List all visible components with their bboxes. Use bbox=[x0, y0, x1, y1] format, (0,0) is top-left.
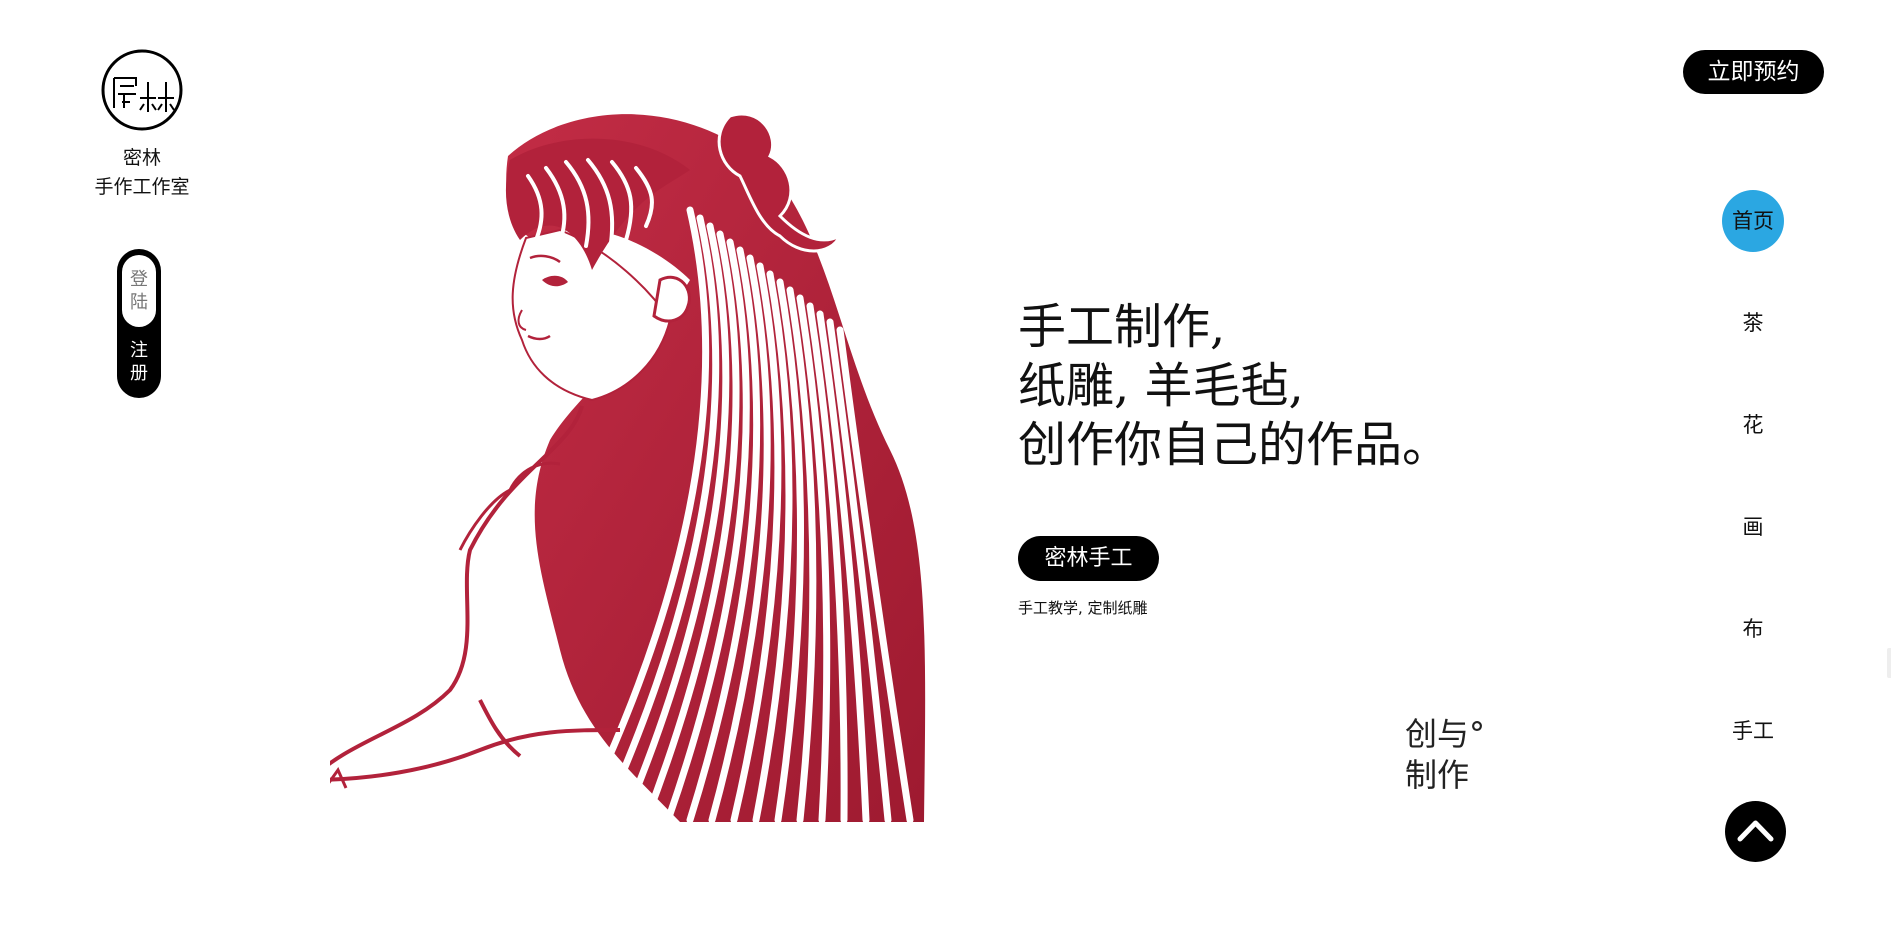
studio-name: 密林 手作工作室 bbox=[70, 144, 214, 202]
milin-handcraft-button[interactable]: 密林手工 bbox=[1018, 536, 1159, 581]
edge-scroll-handle[interactable] bbox=[1887, 648, 1891, 678]
auth-toggle: 登 陆 注 册 bbox=[117, 249, 161, 398]
hero-subtitle: 手工教学, 定制纸雕 bbox=[1018, 599, 1148, 617]
register-button[interactable]: 注 册 bbox=[117, 331, 161, 393]
nav-item-handcraft[interactable]: 手工 bbox=[1722, 700, 1784, 762]
paper-cut-girl-illustration bbox=[330, 90, 930, 824]
back-to-top-button[interactable] bbox=[1725, 801, 1786, 862]
nav-item-painting[interactable]: 画 bbox=[1722, 496, 1784, 558]
studio-name-line2: 手作工作室 bbox=[94, 176, 190, 198]
hero-headline: 手工制作, 纸雕, 羊毛毡, 创作你自己的作品。 bbox=[1018, 298, 1450, 475]
nav-item-flower[interactable]: 花 bbox=[1722, 394, 1784, 456]
hero-headline-line1: 手工制作, bbox=[1018, 299, 1226, 355]
nav-item-home[interactable]: 首页 bbox=[1722, 190, 1784, 252]
hero-headline-line2: 纸雕, 羊毛毡, bbox=[1018, 358, 1304, 414]
nav-item-tea[interactable]: 茶 bbox=[1722, 292, 1784, 354]
register-char-1: 注 bbox=[130, 340, 148, 361]
tagline-line2: 制作 bbox=[1405, 756, 1470, 794]
login-char-1: 登 bbox=[130, 269, 148, 290]
logo-seal-icon[interactable] bbox=[100, 48, 184, 132]
studio-name-line1: 密林 bbox=[122, 147, 161, 169]
tagline-line1: 创与° bbox=[1405, 715, 1486, 753]
chevron-up-icon bbox=[1737, 820, 1774, 842]
reserve-now-button[interactable]: 立即预约 bbox=[1683, 50, 1824, 94]
hero-headline-line3: 创作你自己的作品。 bbox=[1018, 417, 1451, 473]
creation-tagline: 创与° 制作 bbox=[1405, 714, 1485, 796]
login-char-2: 陆 bbox=[130, 292, 148, 313]
login-button[interactable]: 登 陆 bbox=[122, 255, 156, 327]
nav-item-cloth[interactable]: 布 bbox=[1722, 598, 1784, 660]
register-char-2: 册 bbox=[130, 363, 148, 384]
